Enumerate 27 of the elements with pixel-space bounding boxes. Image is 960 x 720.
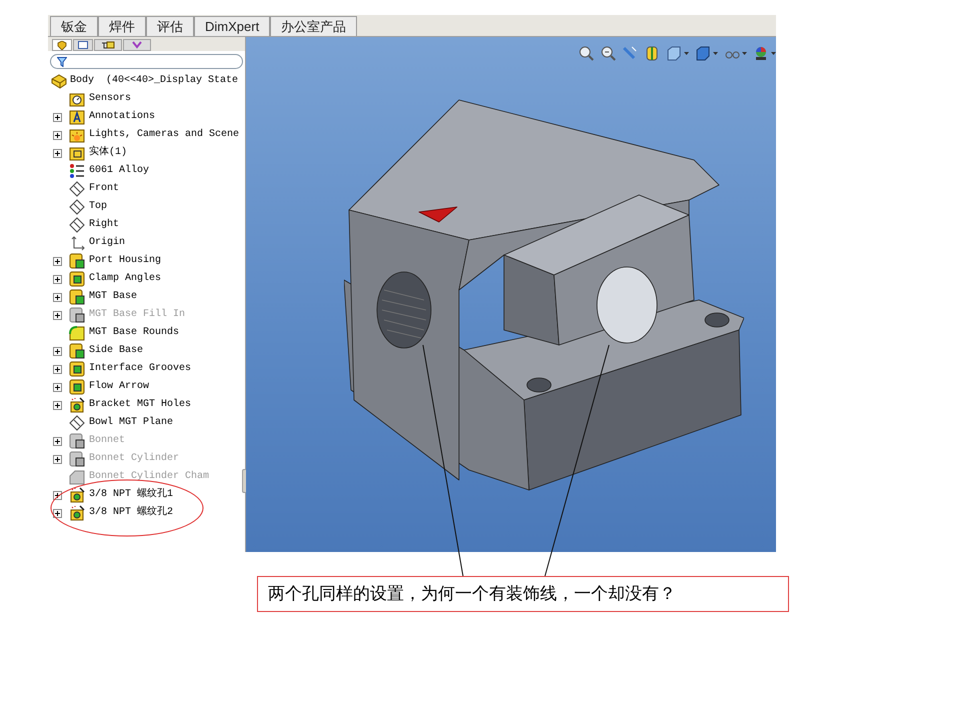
- tree-item[interactable]: Flow Arrow: [89, 378, 150, 396]
- tree-item[interactable]: Side Base: [89, 342, 144, 360]
- tree-item[interactable]: Body (40<<40>_Display State: [70, 72, 238, 90]
- tree-item[interactable]: MGT Base: [89, 288, 138, 306]
- tree-item[interactable]: Bracket MGT Holes: [89, 396, 192, 414]
- tree-item[interactable]: Sensors: [89, 90, 132, 108]
- tree-item[interactable]: Annotations: [89, 108, 156, 126]
- tree-item[interactable]: MGT Base Rounds: [89, 324, 180, 342]
- callout-text: 两个孔同样的设置，为何一个有装饰线，一个却没有？: [268, 583, 676, 606]
- tree-item[interactable]: 实体(1): [89, 144, 128, 162]
- command-tab[interactable]: 钣金: [50, 16, 98, 36]
- command-tab[interactable]: 办公室产品: [270, 16, 358, 36]
- tree-item[interactable]: Clamp Angles: [89, 270, 162, 288]
- tree-item[interactable]: Origin: [89, 234, 126, 252]
- tree-item[interactable]: Bowl MGT Plane: [89, 414, 174, 432]
- command-tab[interactable]: DimXpert: [194, 16, 270, 36]
- tree-item[interactable]: Port Housing: [89, 252, 162, 270]
- tree-item[interactable]: Lights, Cameras and Scene: [89, 126, 240, 144]
- tree-item[interactable]: Front: [89, 180, 120, 198]
- command-tab[interactable]: 焊件: [98, 16, 146, 36]
- tree-item[interactable]: 3/8 NPT 螺纹孔1: [89, 486, 174, 504]
- tree-item[interactable]: Interface Grooves: [89, 360, 192, 378]
- tree-item[interactable]: 6061 Alloy: [89, 162, 150, 180]
- command-tab[interactable]: 评估: [146, 16, 194, 36]
- tree-item[interactable]: Top: [89, 198, 108, 216]
- tree-item[interactable]: 3/8 NPT 螺纹孔2: [89, 504, 174, 522]
- tree-item[interactable]: Right: [89, 216, 120, 234]
